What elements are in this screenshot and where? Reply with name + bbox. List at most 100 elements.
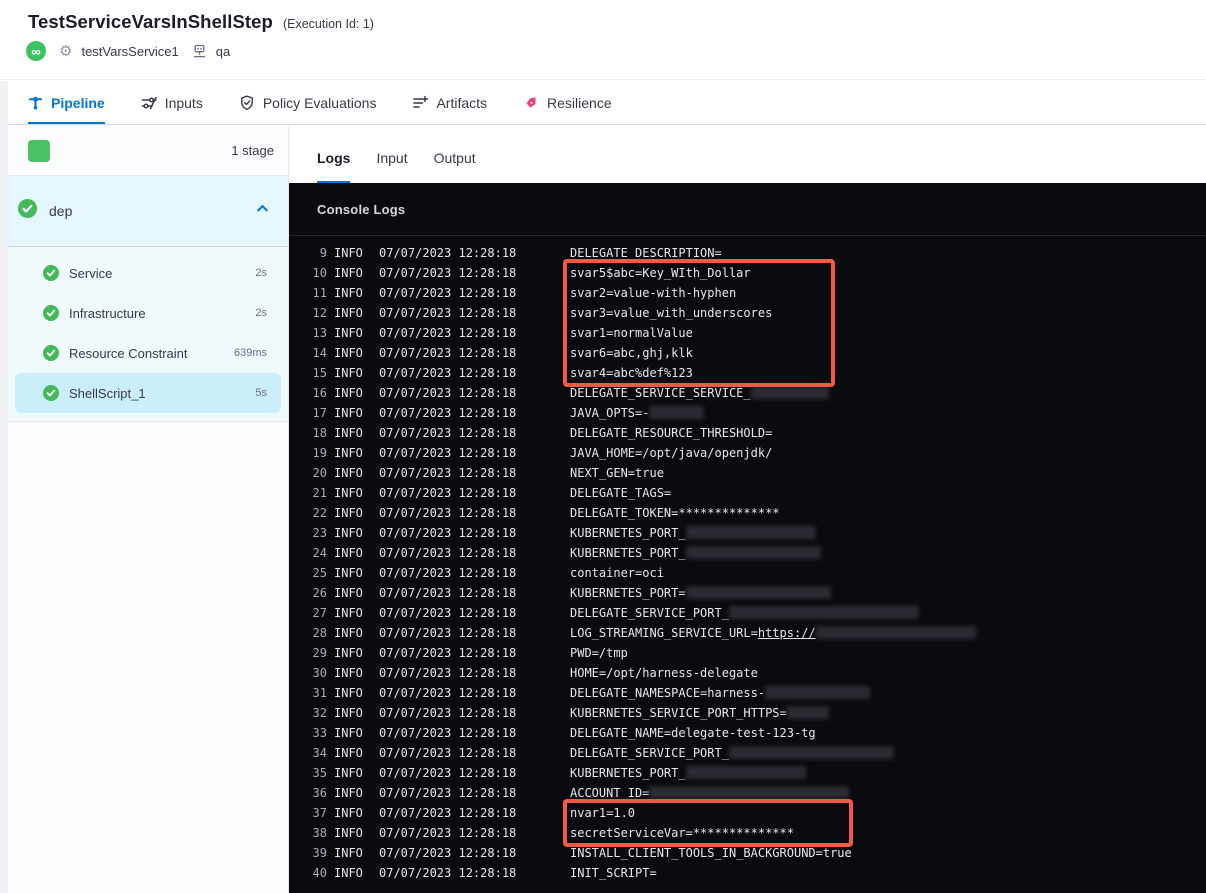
redacted-value (685, 526, 816, 539)
log-line-number: 23 (312, 526, 327, 540)
log-level: INFO (334, 426, 363, 440)
sidebar-empty-area (8, 422, 288, 893)
tab-pipeline[interactable]: Pipeline (28, 81, 105, 124)
stage-group-dep[interactable]: dep (8, 176, 288, 247)
log-message: INSTALL_CLIENT_TOOLS_IN_BACKGROUND=true (570, 846, 852, 860)
log-level: INFO (334, 366, 363, 380)
tab-policy-evaluations[interactable]: Policy Evaluations (239, 81, 376, 124)
log-line-number: 11 (312, 286, 327, 300)
log-line-19: 19 INFO 07/07/2023 12:28:18 JAVA_HOME=/opt/… (289, 443, 1206, 463)
log-line-37: 37 INFO 07/07/2023 12:28:18 nvar1=1.0 (289, 803, 1206, 823)
log-line-30: 30 INFO 07/07/2023 12:28:18 HOME=/opt/harne… (289, 663, 1206, 683)
log-message: DELEGATE_NAMESPACE=harness- (570, 683, 1206, 703)
inputs-icon (141, 95, 157, 111)
step-row-resource-constraint[interactable]: Resource Constraint 639ms (15, 333, 281, 373)
log-line-number: 18 (312, 426, 327, 440)
log-message: JAVA_HOME=/opt/java/openjdk/ (570, 446, 773, 460)
tab-logs[interactable]: Logs (317, 150, 351, 183)
log-level: INFO (334, 306, 363, 320)
log-message: svar1=normalValue (570, 326, 693, 340)
log-level: INFO (334, 706, 363, 720)
log-line-26: 26 INFO 07/07/2023 12:28:18 KUBERNETES_PORT… (289, 583, 1206, 603)
log-line-31: 31 INFO 07/07/2023 12:28:18 DELEGATE_NAMESP… (289, 683, 1206, 703)
chevron-up-icon[interactable] (255, 201, 270, 221)
log-line-14: 14 INFO 07/07/2023 12:28:18 svar6=abc,ghj,k… (289, 343, 1206, 363)
log-line-15: 15 INFO 07/07/2023 12:28:18 svar4=abc%def%1… (289, 363, 1206, 383)
log-level: INFO (334, 566, 363, 580)
stage-status-square[interactable] (28, 139, 50, 162)
log-message: DELEGATE_DESCRIPTION= (570, 246, 722, 260)
log-message: JAVA_OPTS=- (570, 403, 1206, 423)
log-line-number: 10 (312, 266, 327, 280)
log-level: INFO (334, 846, 363, 860)
tab-input[interactable]: Input (376, 150, 407, 183)
tab-inputs[interactable]: Inputs (141, 81, 203, 124)
log-line-number: 28 (312, 626, 327, 640)
step-duration: 5s (255, 387, 267, 399)
log-message: DELEGATE_SERVICE_PORT_ (570, 743, 1206, 763)
log-message: secretServiceVar=************** (570, 826, 794, 840)
step-label: Infrastructure (69, 305, 146, 321)
log-message: LOG_STREAMING_SERVICE_URL=https:// (570, 623, 1206, 643)
log-timestamp: 07/07/2023 12:28:18 (379, 346, 517, 360)
log-level: INFO (334, 586, 363, 600)
log-timestamp: 07/07/2023 12:28:18 (379, 746, 517, 760)
log-line-number: 40 (312, 866, 327, 880)
log-message: DELEGATE_TAGS= (570, 486, 672, 500)
log-line-number: 25 (312, 566, 327, 580)
step-row-service[interactable]: Service 2s (15, 253, 281, 293)
log-message: NEXT_GEN=true (570, 466, 664, 480)
log-level: INFO (334, 806, 363, 820)
tab-artifacts[interactable]: Artifacts (412, 81, 487, 124)
log-level: INFO (334, 246, 363, 260)
cd-module-icon: ∞ (26, 41, 46, 61)
step-row-infrastructure[interactable]: Infrastructure 2s (15, 293, 281, 333)
log-timestamp: 07/07/2023 12:28:18 (379, 266, 517, 280)
policy-shield-icon (239, 95, 255, 111)
log-line-17: 17 INFO 07/07/2023 12:28:18 JAVA_OPTS=- (289, 403, 1206, 423)
log-line-39: 39 INFO 07/07/2023 12:28:18 INSTALL_CLIENT_… (289, 843, 1206, 863)
log-message: container=oci (570, 566, 664, 580)
log-level: INFO (334, 446, 363, 460)
log-line-number: 31 (312, 686, 327, 700)
tab-output[interactable]: Output (434, 150, 476, 183)
console-panel: Console Logs 9 INFO 07/07/2023 12:28:18 DEL… (289, 183, 1206, 893)
log-timestamp: 07/07/2023 12:28:18 (379, 606, 517, 620)
tab-resilience[interactable]: Resilience (523, 81, 612, 124)
log-level: INFO (334, 646, 363, 660)
log-level: INFO (334, 686, 363, 700)
log-timestamp: 07/07/2023 12:28:18 (379, 386, 517, 400)
log-line-number: 9 (319, 246, 327, 260)
stage-group-name: dep (49, 203, 73, 219)
log-timestamp: 07/07/2023 12:28:18 (379, 726, 517, 740)
console-header[interactable]: Console Logs (289, 183, 1206, 236)
log-timestamp: 07/07/2023 12:28:18 (379, 786, 517, 800)
log-line-number: 21 (312, 486, 327, 500)
log-message: ACCOUNT_ID= (570, 783, 1206, 803)
log-line-9: 9 INFO 07/07/2023 12:28:18 DELEGATE_DESCRIP… (289, 243, 1206, 263)
log-timestamp: 07/07/2023 12:28:18 (379, 846, 517, 860)
log-message: PWD=/tmp (570, 646, 628, 660)
log-line-number: 19 (312, 446, 327, 460)
environment-name[interactable]: qa (216, 44, 230, 59)
log-level: INFO (334, 346, 363, 360)
console-log-area[interactable]: 9 INFO 07/07/2023 12:28:18 DELEGATE_DESCRIP… (289, 236, 1206, 893)
step-details-panel: Logs Input Output Console Logs 9 INFO 07/0… (289, 125, 1206, 893)
log-line-number: 24 (312, 546, 327, 560)
log-message: DELEGATE_TOKEN=************** (570, 506, 780, 520)
log-timestamp: 07/07/2023 12:28:18 (379, 246, 517, 260)
log-link[interactable]: https:// (758, 626, 816, 640)
page-title: TestServiceVarsInShellStep (28, 11, 273, 32)
redacted-value (750, 386, 829, 399)
step-row-shellscript-1[interactable]: ShellScript_1 5s (15, 373, 281, 413)
log-timestamp: 07/07/2023 12:28:18 (379, 646, 517, 660)
log-timestamp: 07/07/2023 12:28:18 (379, 366, 517, 380)
service-name[interactable]: testVarsService1 (81, 44, 178, 59)
log-message: svar2=value-with-hyphen (570, 286, 737, 300)
log-line-32: 32 INFO 07/07/2023 12:28:18 KUBERNETES_SERV… (289, 703, 1206, 723)
log-timestamp: 07/07/2023 12:28:18 (379, 506, 517, 520)
log-line-number: 12 (312, 306, 327, 320)
log-line-number: 26 (312, 586, 327, 600)
log-message: KUBERNETES_SERVICE_PORT_HTTPS= (570, 703, 1206, 723)
log-timestamp: 07/07/2023 12:28:18 (379, 446, 517, 460)
